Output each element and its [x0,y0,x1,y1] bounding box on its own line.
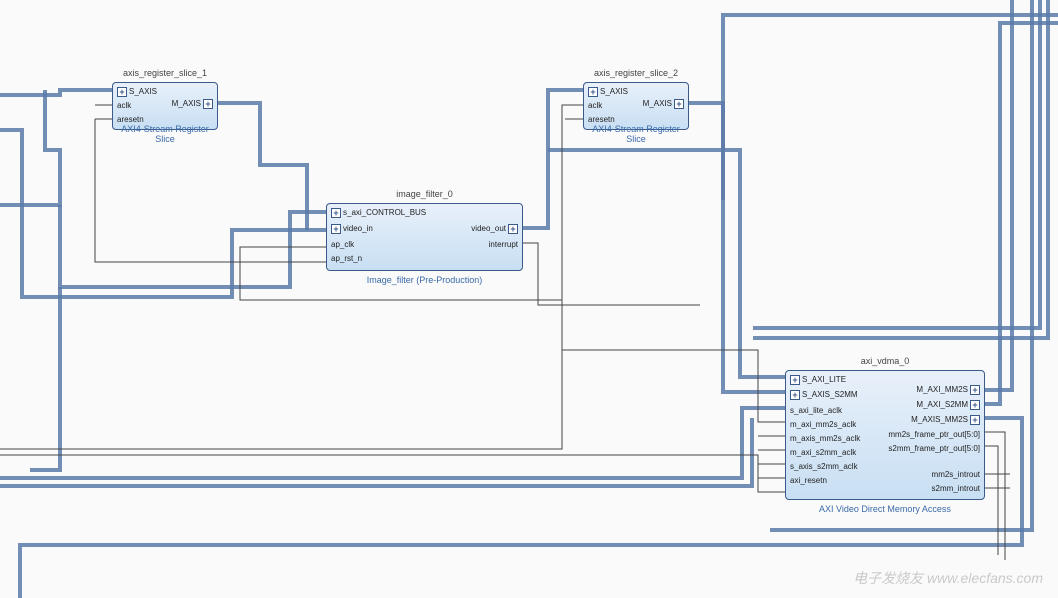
block-axi-vdma-0[interactable]: axi_vdma_0 +S_AXI_LITE +S_AXIS_S2MM s_ax… [785,370,985,500]
port-ap-rst-n[interactable]: ap_rst_n [331,254,362,263]
port-mm2s-introut[interactable]: mm2s_introut [932,470,980,479]
expand-icon[interactable]: + [970,400,980,410]
port-mm2s-frame-ptr-out[interactable]: mm2s_frame_ptr_out[5:0] [888,430,980,439]
port-m-axi-mm2s-aclk[interactable]: m_axi_mm2s_aclk [790,420,856,429]
block-title: axis_register_slice_1 [113,68,217,78]
port-aclk[interactable]: aclk [117,101,131,110]
expand-icon[interactable]: + [331,208,341,218]
expand-icon[interactable]: + [508,224,518,234]
port-m-axis-mm2s[interactable]: M_AXIS_MM2S+ [911,415,980,425]
port-interrupt[interactable]: interrupt [489,240,518,249]
block-axis-register-slice-1[interactable]: axis_register_slice_1 +S_AXIS aclk arese… [112,82,218,130]
watermark: 电子发烧友 www.elecfans.com [853,568,1043,588]
block-title: axis_register_slice_2 [584,68,688,78]
port-ap-clk[interactable]: ap_clk [331,240,354,249]
port-aresetn[interactable]: aresetn [117,115,144,124]
block-subtitle: Image_filter (Pre-Production) [327,275,522,285]
port-s-axi-lite-aclk[interactable]: s_axi_lite_aclk [790,406,842,415]
port-m-axis[interactable]: M_AXIS+ [172,99,213,109]
port-aresetn[interactable]: aresetn [588,115,615,124]
expand-icon[interactable]: + [790,375,800,385]
port-axi-resetn[interactable]: axi_resetn [790,476,827,485]
expand-icon[interactable]: + [970,415,980,425]
block-image-filter-0[interactable]: image_filter_0 +s_axi_CONTROL_BUS +video… [326,203,523,271]
block-title: image_filter_0 [327,189,522,199]
port-s-axis[interactable]: +S_AXIS [117,87,157,97]
port-s-axis-s2mm[interactable]: +S_AXIS_S2MM [790,390,858,400]
port-m-axi-mm2s[interactable]: M_AXI_MM2S+ [916,385,980,395]
expand-icon[interactable]: + [790,390,800,400]
block-subtitle: AXI Video Direct Memory Access [786,504,984,514]
expand-icon[interactable]: + [588,87,598,97]
port-m-axi-s2mm[interactable]: M_AXI_S2MM+ [916,400,980,410]
port-s2mm-introut[interactable]: s2mm_introut [932,484,980,493]
block-subtitle: AXI4-Stream Register Slice [584,124,688,144]
expand-icon[interactable]: + [674,99,684,109]
block-title: axi_vdma_0 [786,356,984,366]
port-m-axis[interactable]: M_AXIS+ [643,99,684,109]
port-s2mm-frame-ptr-out[interactable]: s2mm_frame_ptr_out[5:0] [888,444,980,453]
port-s-axi-lite[interactable]: +S_AXI_LITE [790,375,846,385]
expand-icon[interactable]: + [117,87,127,97]
port-s-axis-s2mm-aclk[interactable]: s_axis_s2mm_aclk [790,462,858,471]
expand-icon[interactable]: + [331,224,341,234]
block-subtitle: AXI4-Stream Register Slice [113,124,217,144]
port-s-axi-control-bus[interactable]: +s_axi_CONTROL_BUS [331,208,426,218]
port-video-out[interactable]: video_out+ [471,224,518,234]
port-s-axis[interactable]: +S_AXIS [588,87,628,97]
port-m-axis-mm2s-aclk[interactable]: m_axis_mm2s_aclk [790,434,860,443]
block-axis-register-slice-2[interactable]: axis_register_slice_2 +S_AXIS aclk arese… [583,82,689,130]
port-m-axi-s2mm-aclk[interactable]: m_axi_s2mm_aclk [790,448,856,457]
expand-icon[interactable]: + [203,99,213,109]
expand-icon[interactable]: + [970,385,980,395]
port-video-in[interactable]: +video_in [331,224,373,234]
port-aclk[interactable]: aclk [588,101,602,110]
